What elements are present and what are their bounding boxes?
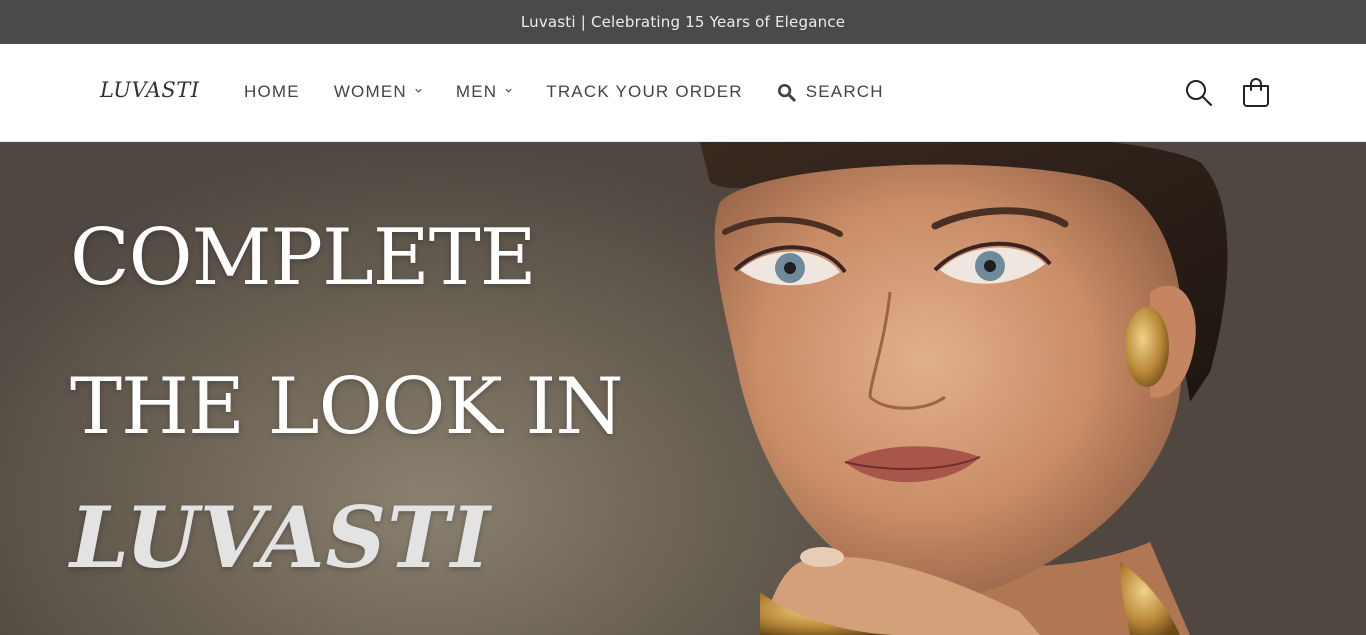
nav-item-women[interactable]: WOMEN <box>334 82 422 102</box>
nav-item-track-order[interactable]: TRACK YOUR ORDER <box>546 82 742 102</box>
nav-search-link[interactable]: SEARCH <box>777 82 884 102</box>
cart-icon <box>1243 78 1269 107</box>
nav-item-home[interactable]: HOME <box>244 82 300 102</box>
site-logo[interactable]: LUVASTI <box>100 78 200 102</box>
hero-line-2: THE LOOK IN <box>70 362 624 452</box>
main-nav: HOME WOMEN MEN TRACK YOUR ORDER SEARCH <box>244 82 884 102</box>
chevron-down-icon <box>415 88 422 93</box>
hero-line-1: COMPLETE <box>70 213 537 303</box>
header-cart-button[interactable] <box>1240 77 1272 109</box>
search-icon <box>1186 80 1212 106</box>
chevron-down-icon <box>505 88 512 93</box>
announcement-bar: Luvasti | Celebrating 15 Years of Elegan… <box>0 0 1366 44</box>
search-icon <box>777 83 796 102</box>
nav-women-label: WOMEN <box>333 82 407 101</box>
nav-track-order-label: TRACK YOUR ORDER <box>546 82 743 101</box>
nav-search-label: SEARCH <box>805 82 884 101</box>
hero-brand: LUVASTI <box>70 488 492 587</box>
nav-home-label: HOME <box>244 82 300 101</box>
hero-heading: COMPLETE THE LOOK IN LUVASTI <box>70 212 624 598</box>
nav-men-label: MEN <box>455 82 498 101</box>
hero-banner[interactable]: COMPLETE THE LOOK IN LUVASTI <box>0 142 1366 635</box>
site-header: LUVASTI HOME WOMEN MEN TRACK YOUR ORDER … <box>0 44 1366 142</box>
announcement-text: Luvasti | Celebrating 15 Years of Elegan… <box>520 13 846 31</box>
header-search-button[interactable] <box>1183 77 1215 109</box>
nav-item-men[interactable]: MEN <box>456 82 512 102</box>
